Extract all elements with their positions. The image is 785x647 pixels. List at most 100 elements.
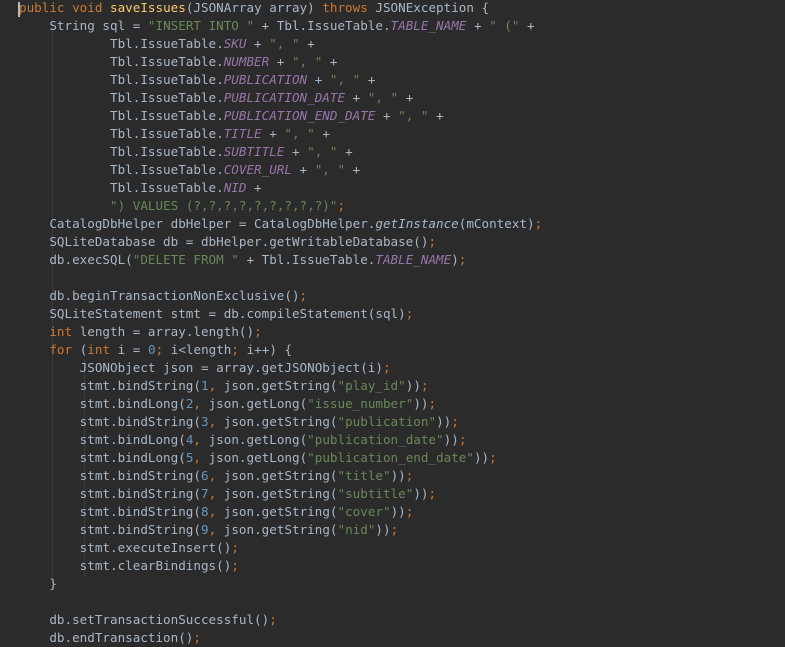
code-token: length = array.length()	[79, 324, 255, 339]
code-line[interactable]: public void saveIssues(JSONArray array) …	[19, 0, 489, 17]
code-token: ))	[413, 486, 429, 501]
code-line[interactable]: db.beginTransactionNonExclusive();	[19, 287, 307, 305]
code-token: "INSERT INTO "	[147, 18, 255, 33]
code-token: +	[246, 180, 262, 195]
code-token: ))	[443, 432, 459, 447]
code-token: ", "	[314, 162, 346, 177]
code-token: +	[337, 144, 353, 159]
code-token: ", "	[398, 108, 429, 123]
code-token: Tbl.IssueTable.	[19, 36, 224, 51]
code-token: Tbl.IssueTable.	[19, 54, 224, 69]
code-token: ;	[254, 324, 262, 339]
code-token: json.getString(	[223, 468, 338, 483]
code-line[interactable]: stmt.bindLong(2, json.getLong("issue_num…	[19, 395, 436, 413]
code-line[interactable]: stmt.bindLong(4, json.getLong("publicati…	[19, 431, 467, 449]
code-token: for	[49, 342, 80, 357]
code-token: stmt.bindLong(	[19, 450, 186, 465]
code-token: stmt.bindString(	[19, 522, 201, 537]
code-line[interactable]: Tbl.IssueTable.NID +	[19, 179, 262, 197]
code-token: ;	[405, 468, 414, 483]
code-token: json.getString(	[223, 522, 338, 537]
code-token: ;	[337, 198, 346, 213]
code-token: JSONException {	[375, 0, 490, 15]
code-token: json.getString(	[223, 378, 338, 393]
code-line[interactable]: Tbl.IssueTable.COVER_URL + ", " +	[19, 161, 360, 179]
code-token: ", "	[284, 126, 315, 141]
code-token: ;	[451, 414, 459, 429]
code-token: "cover"	[337, 504, 391, 519]
code-line[interactable]: for (int i = 0; i<length; i++) {	[19, 341, 292, 359]
code-line[interactable]: stmt.clearBindings();	[19, 557, 239, 575]
code-token: " ("	[489, 18, 520, 33]
code-token: ;	[420, 378, 429, 393]
code-editor[interactable]: public void saveIssues(JSONArray array) …	[0, 0, 785, 647]
code-line[interactable]: Tbl.IssueTable.PUBLICATION + ", " +	[19, 71, 375, 89]
code-token: i++) {	[246, 342, 293, 357]
code-token: ;	[231, 558, 239, 573]
code-line[interactable]: }	[19, 575, 57, 593]
code-line[interactable]: stmt.bindString(6, json.getString("title…	[19, 467, 414, 485]
code-line[interactable]: Tbl.IssueTable.SKU + ", " +	[19, 35, 315, 53]
code-token: "publication_end_date"	[307, 450, 474, 465]
code-line[interactable]: stmt.bindString(8, json.getString("cover…	[19, 503, 414, 521]
code-token: +	[345, 162, 361, 177]
code-line[interactable]: ") VALUES (?,?,?,?,?,?,?,?,?)";	[19, 197, 345, 215]
code-token: ,	[208, 378, 224, 393]
code-token: +	[322, 54, 338, 69]
code-token: db.execSQL(	[19, 252, 133, 267]
code-line[interactable]: SQLiteStatement stmt = db.compileStateme…	[19, 305, 413, 323]
code-token: Tbl.IssueTable.	[19, 162, 224, 177]
code-line[interactable]: Tbl.IssueTable.TITLE + ", " +	[19, 125, 330, 143]
code-line[interactable]: CatalogDbHelper dbHelper = CatalogDbHelp…	[19, 215, 542, 233]
code-line[interactable]: db.endTransaction();	[19, 629, 201, 647]
code-token: + Tbl.IssueTable.	[254, 18, 391, 33]
code-line[interactable]: JSONObject json = array.getJSONObject(i)…	[19, 359, 391, 377]
code-line[interactable]: stmt.bindString(1, json.getString("play_…	[19, 377, 429, 395]
code-line[interactable]: Tbl.IssueTable.SUBTITLE + ", " +	[19, 143, 353, 161]
code-token: i<length	[170, 342, 232, 357]
code-line[interactable]: Tbl.IssueTable.PUBLICATION_END_DATE + ",…	[19, 107, 444, 125]
code-line[interactable]: db.execSQL("DELETE FROM " + Tbl.IssueTab…	[19, 251, 466, 269]
code-token: COVER_URL	[223, 162, 292, 177]
code-line[interactable]: stmt.bindString(7, json.getString("subti…	[19, 485, 436, 503]
code-token: ))	[375, 522, 391, 537]
code-token: ))	[390, 504, 406, 519]
code-token: ;	[405, 504, 414, 519]
code-token: +	[345, 90, 368, 105]
code-token: ;	[405, 306, 414, 321]
code-token: ))	[405, 378, 421, 393]
code-token: PUBLICATION	[223, 72, 308, 87]
code-line[interactable]: db.setTransactionSuccessful();	[19, 611, 277, 629]
code-token: 8	[200, 504, 209, 519]
code-line[interactable]: Tbl.IssueTable.NUMBER + ", " +	[19, 53, 338, 71]
code-token: NID	[223, 180, 247, 195]
code-token: SQLiteStatement stmt = db.compileStateme…	[19, 306, 406, 321]
code-line[interactable]: SQLiteDatabase db = dbHelper.getWritable…	[19, 233, 436, 251]
code-line[interactable]: stmt.bindLong(5, json.getLong("publicati…	[19, 449, 497, 467]
code-token: TABLE_NAME	[375, 252, 452, 267]
code-line[interactable]: stmt.bindString(3, json.getString("publi…	[19, 413, 459, 431]
code-token: ;	[269, 612, 277, 627]
code-token: +	[246, 36, 270, 51]
code-line[interactable]: Tbl.IssueTable.PUBLICATION_DATE + ", " +	[19, 89, 413, 107]
code-token: saveIssues	[110, 0, 186, 15]
code-token: ;	[382, 360, 391, 375]
code-line[interactable]: stmt.bindString(9, json.getString("nid")…	[19, 521, 399, 539]
code-token: ,	[208, 414, 224, 429]
code-token: +	[428, 108, 444, 123]
code-token: ,	[193, 396, 209, 411]
code-token: ", "	[291, 54, 323, 69]
code-token: }	[19, 576, 57, 591]
code-token: SQLiteDatabase db = dbHelper.getWritable…	[19, 234, 429, 249]
code-token: stmt.bindLong(	[19, 432, 186, 447]
code-token: stmt.executeInsert()	[19, 540, 232, 555]
code-token: ))	[436, 414, 452, 429]
code-line[interactable]: int length = array.length();	[19, 323, 262, 341]
code-token: json.getString(	[223, 414, 338, 429]
code-token: (JSONArray array)	[185, 0, 323, 15]
code-line[interactable]: stmt.executeInsert();	[19, 539, 239, 557]
code-token: +	[291, 162, 315, 177]
code-line[interactable]: String sql = "INSERT INTO " + Tbl.IssueT…	[19, 17, 534, 35]
code-token: ))	[413, 396, 429, 411]
code-token: Tbl.IssueTable.	[19, 126, 224, 141]
